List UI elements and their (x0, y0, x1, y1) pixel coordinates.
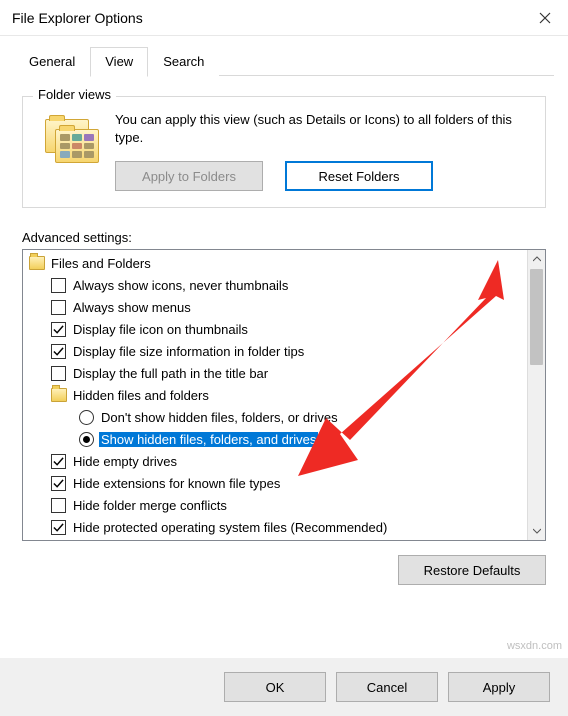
apply-to-folders-button: Apply to Folders (115, 161, 263, 191)
close-icon (539, 12, 551, 24)
scroll-down-button[interactable] (528, 522, 545, 540)
tree-item-label: Hide folder merge conflicts (71, 498, 229, 513)
close-button[interactable] (522, 0, 568, 36)
tree-item-label: Display the full path in the title bar (71, 366, 270, 381)
tree-item-label: Don't show hidden files, folders, or dri… (99, 410, 340, 425)
checkbox[interactable] (51, 520, 66, 535)
tree-item[interactable]: Launch folder windows in a separate proc… (29, 538, 527, 540)
dialog-buttons: OK Cancel Apply (0, 658, 568, 716)
tree-item-label: Display file icon on thumbnails (71, 322, 250, 337)
radio[interactable] (79, 410, 94, 425)
ok-button[interactable]: OK (224, 672, 326, 702)
tree-radio-item[interactable]: Show hidden files, folders, and drives (29, 428, 527, 450)
checkbox[interactable] (51, 344, 66, 359)
tab-general[interactable]: General (14, 47, 90, 76)
tree-item-label: Always show icons, never thumbnails (71, 278, 290, 293)
advanced-settings-tree[interactable]: Files and Folders Always show icons, nev… (22, 249, 546, 541)
tree-item[interactable]: Hide protected operating system files (R… (29, 516, 527, 538)
folder-views-text: You can apply this view (such as Details… (115, 111, 531, 147)
tree-item[interactable]: Always show menus (29, 296, 527, 318)
tree-item[interactable]: Display the full path in the title bar (29, 362, 527, 384)
tree-item[interactable]: Always show icons, never thumbnails (29, 274, 527, 296)
advanced-settings-label: Advanced settings: (22, 230, 546, 245)
tree-item-label: Show hidden files, folders, and drives (99, 432, 318, 447)
tab-content: Folder views You can apply this view (su… (0, 76, 568, 591)
radio[interactable] (79, 432, 94, 447)
tree-item-label: Display file size information in folder … (71, 344, 306, 359)
tab-search[interactable]: Search (148, 47, 219, 76)
tree-item-label: Hide empty drives (71, 454, 179, 469)
window-title: File Explorer Options (12, 10, 522, 26)
checkbox[interactable] (51, 498, 66, 513)
tree-item[interactable]: Hide empty drives (29, 450, 527, 472)
checkbox[interactable] (51, 476, 66, 491)
folder-icon (43, 115, 99, 171)
scroll-up-button[interactable] (528, 250, 545, 268)
checkbox[interactable] (51, 300, 66, 315)
tree-item[interactable]: Display file icon on thumbnails (29, 318, 527, 340)
scroll-thumb[interactable] (530, 269, 543, 365)
watermark: wsxdn.com (507, 640, 562, 652)
checkbox[interactable] (51, 366, 66, 381)
restore-defaults-button[interactable]: Restore Defaults (398, 555, 546, 585)
tab-view[interactable]: View (90, 47, 148, 77)
scrollbar[interactable] (527, 250, 545, 540)
tree-group-root: Files and Folders (29, 252, 527, 274)
cancel-button[interactable]: Cancel (336, 672, 438, 702)
checkbox[interactable] (51, 278, 66, 293)
checkbox[interactable] (51, 454, 66, 469)
tree-item-label: Hide protected operating system files (R… (71, 520, 389, 535)
folder-icon (51, 388, 67, 402)
folder-views-legend: Folder views (33, 87, 116, 102)
titlebar: File Explorer Options (0, 0, 568, 36)
folder-views-group: Folder views You can apply this view (su… (22, 96, 546, 208)
folder-icon (29, 256, 45, 270)
chevron-up-icon (533, 256, 541, 262)
tree-item[interactable]: Hide extensions for known file types (29, 472, 527, 494)
checkbox[interactable] (51, 322, 66, 337)
tree-item[interactable]: Display file size information in folder … (29, 340, 527, 362)
tree-item[interactable]: Hide folder merge conflicts (29, 494, 527, 516)
tree-item-label: Always show menus (71, 300, 193, 315)
tree-radio-item[interactable]: Don't show hidden files, folders, or dri… (29, 406, 527, 428)
reset-folders-button[interactable]: Reset Folders (285, 161, 433, 191)
chevron-down-icon (533, 528, 541, 534)
tree-item-label: Hide extensions for known file types (71, 476, 282, 491)
tabstrip: General View Search (0, 36, 568, 76)
apply-button[interactable]: Apply (448, 672, 550, 702)
tree-group-hidden: Hidden files and folders (29, 384, 527, 406)
